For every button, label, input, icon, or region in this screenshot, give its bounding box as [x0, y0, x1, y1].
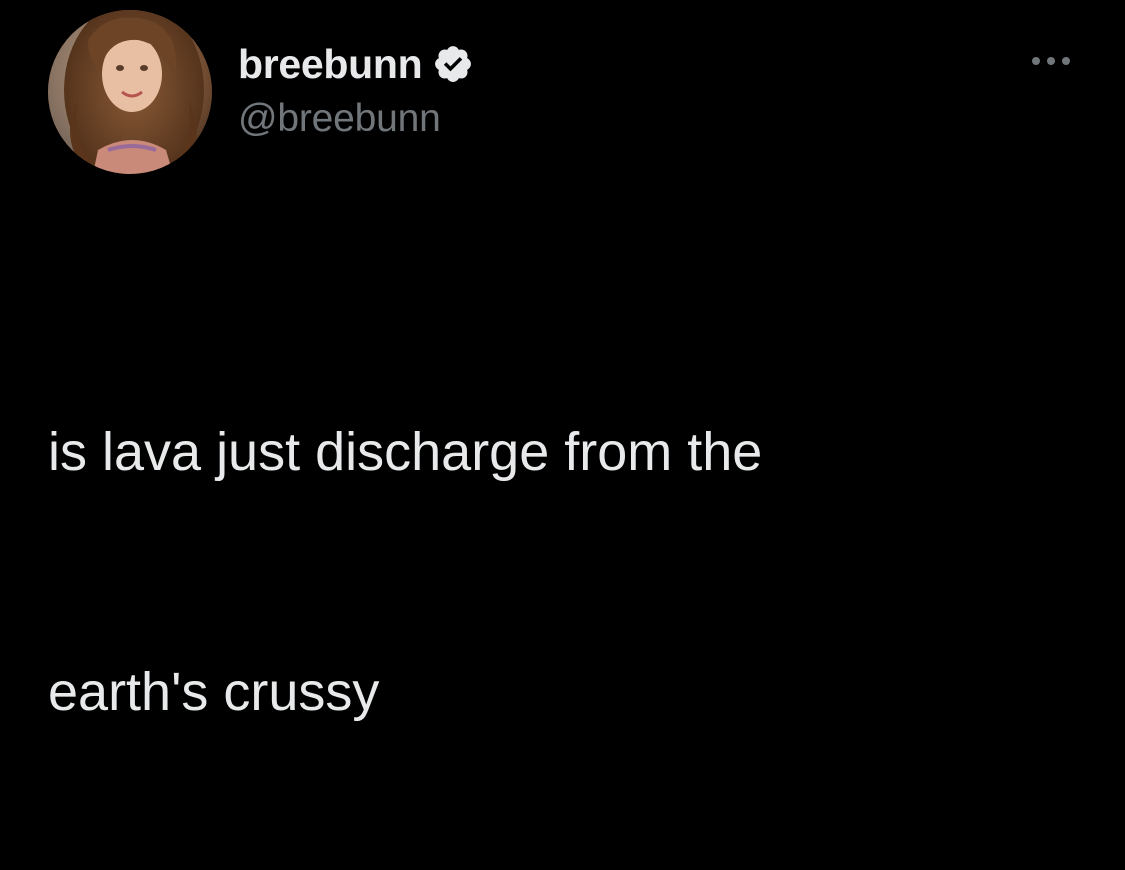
avatar[interactable]: [48, 10, 212, 174]
tweet-card: breebunn @breebunn is lava just discharg…: [0, 0, 1125, 722]
author-info: breebunn: [238, 38, 474, 90]
display-name[interactable]: breebunn: [238, 41, 423, 88]
tweet-text-line: is lava just discharge from the: [48, 422, 763, 482]
avatar-photo: [48, 10, 212, 174]
user-handle[interactable]: @breebunn: [238, 97, 441, 141]
tweet-text-line: earth's crussy: [48, 662, 380, 722]
more-options-icon[interactable]: [1026, 50, 1076, 72]
tweet-text: is lava just discharge from the earth's …: [48, 252, 1078, 870]
verified-badge-icon: [432, 43, 474, 85]
